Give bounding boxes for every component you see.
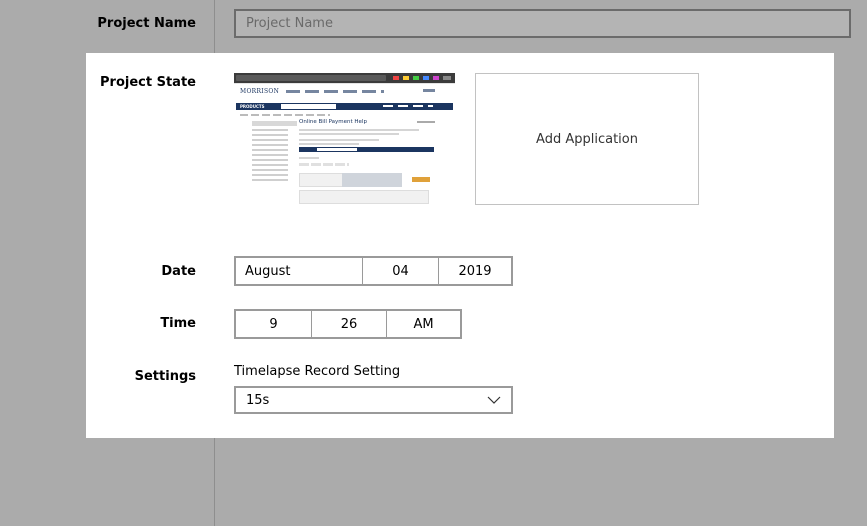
bookmark-bar [234, 83, 455, 84]
project-details-panel [86, 53, 834, 438]
site-text-line [299, 143, 359, 145]
chevron-down-icon [487, 396, 501, 404]
time-picker[interactable]: 9 26 AM [234, 309, 462, 339]
browser-extension-icons [393, 76, 451, 80]
site-products-links [383, 105, 433, 107]
site-text-line [299, 157, 319, 159]
timelapse-select[interactable]: 15s [234, 386, 513, 414]
date-picker[interactable]: August 04 2019 [234, 256, 513, 286]
site-text-line [299, 129, 419, 131]
browser-address-bar [236, 75, 386, 81]
project-name-input[interactable] [234, 9, 851, 38]
project-name-label: Project Name [97, 16, 196, 31]
site-inner-bar [299, 147, 434, 152]
site-breadcrumb [240, 114, 330, 116]
site-phone [417, 121, 435, 123]
site-search-box [281, 104, 336, 109]
site-products-bar: PRODUCTS [236, 103, 453, 110]
browser-chrome [234, 73, 455, 83]
site-orange-button [412, 177, 430, 182]
site-text-line [299, 133, 399, 135]
application-screenshot-thumbnail[interactable]: MORRISON PRODUCTS Online Bill Payment He… [234, 73, 455, 204]
timelapse-selected-value: 15s [246, 392, 270, 408]
site-page-title: Online Bill Payment Help [299, 119, 367, 125]
date-label: Date [161, 264, 196, 279]
date-day[interactable]: 04 [362, 258, 438, 284]
project-state-label: Project State [100, 75, 196, 90]
add-application-button[interactable]: Add Application [475, 73, 699, 205]
site-products-label: PRODUCTS [240, 104, 265, 109]
settings-label: Settings [134, 369, 196, 384]
site-form-box [299, 190, 429, 204]
time-hour[interactable]: 9 [236, 311, 311, 337]
time-label: Time [160, 316, 196, 331]
time-period[interactable]: AM [386, 311, 460, 337]
site-logo: MORRISON [240, 88, 280, 95]
site-nav-right [423, 89, 435, 92]
site-table-highlight [342, 173, 402, 187]
timelapse-setting-label: Timelapse Record Setting [234, 364, 401, 379]
time-minute[interactable]: 26 [311, 311, 386, 337]
site-text-line [299, 139, 379, 141]
site-sidebar [252, 121, 297, 201]
date-month[interactable]: August [236, 258, 362, 284]
site-buttons [299, 163, 349, 166]
site-nav [286, 90, 384, 93]
date-year[interactable]: 2019 [438, 258, 511, 284]
